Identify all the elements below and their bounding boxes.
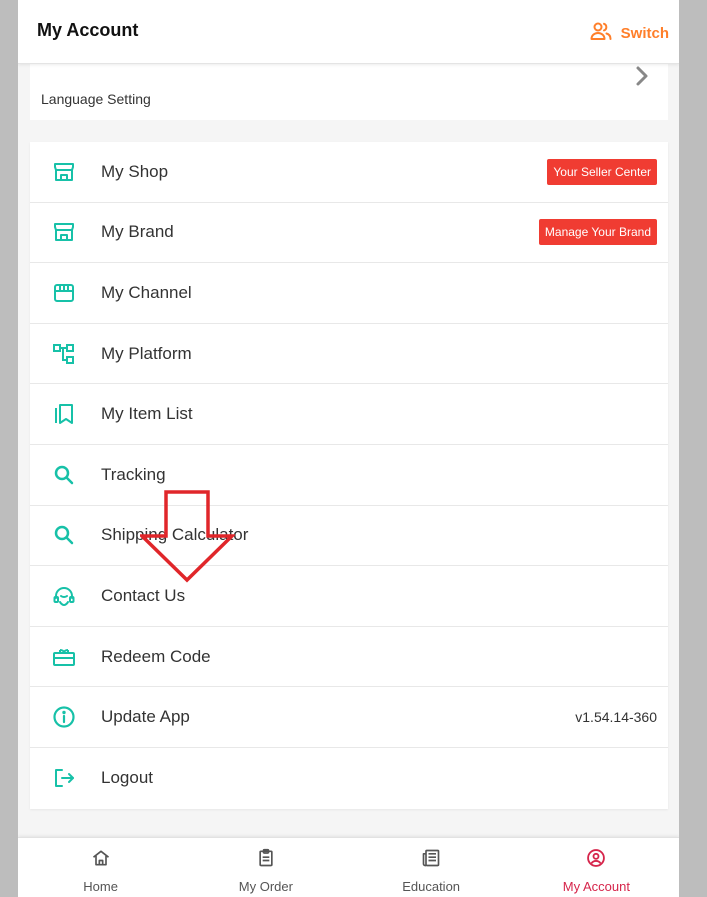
- home-icon: [91, 848, 111, 879]
- menu-item-label: Tracking: [101, 464, 166, 484]
- menu-item-label: Logout: [101, 768, 153, 788]
- menu-item-my-channel[interactable]: My Channel: [30, 263, 668, 324]
- seller-center-badge[interactable]: Your Seller Center: [547, 158, 657, 185]
- menu-item-redeem-code[interactable]: Redeem Code: [30, 627, 668, 688]
- menu-item-label: My Brand: [101, 222, 174, 242]
- menu-item-update-app[interactable]: Update App v1.54.14-360: [30, 687, 668, 748]
- nav-label: My Order: [238, 879, 293, 894]
- menu-item-label: Update App: [101, 707, 190, 727]
- channel-icon: [52, 281, 76, 305]
- menu-item-shipping-calculator[interactable]: Shipping Calculator: [30, 506, 668, 567]
- chevron-right-icon: [630, 64, 654, 88]
- nav-label: Home: [83, 879, 118, 894]
- menu-item-logout[interactable]: Logout: [30, 748, 668, 809]
- gift-icon: [52, 645, 76, 669]
- nav-my-account[interactable]: My Account: [514, 838, 679, 897]
- brand-icon: [52, 220, 76, 244]
- headset-icon: [52, 584, 76, 608]
- search-icon: [52, 463, 76, 487]
- switch-button[interactable]: Switch: [589, 20, 669, 46]
- account-icon: [586, 848, 606, 879]
- language-setting-row[interactable]: Language Setting: [30, 64, 668, 120]
- menu-item-my-item-list[interactable]: My Item List: [30, 384, 668, 445]
- menu-item-tracking[interactable]: Tracking: [30, 445, 668, 506]
- switch-users-icon: [589, 19, 613, 47]
- nav-education[interactable]: Education: [349, 838, 514, 897]
- switch-label: Switch: [620, 24, 669, 42]
- account-menu: My Shop Your Seller Center My Brand Mana…: [30, 142, 668, 809]
- menu-item-label: Redeem Code: [101, 646, 211, 666]
- bottom-navigation: Home My Order Education My Account: [18, 837, 679, 897]
- platform-icon: [52, 342, 76, 366]
- menu-item-my-platform[interactable]: My Platform: [30, 324, 668, 385]
- page-title: My Account: [37, 20, 139, 40]
- header-bar: My Account Switch: [18, 0, 679, 64]
- app-screen: My Account Switch Language Setting My Sh…: [18, 0, 679, 897]
- menu-item-my-brand[interactable]: My Brand Manage Your Brand: [30, 203, 668, 264]
- nav-label: Education: [402, 879, 461, 894]
- newspaper-icon: [421, 848, 441, 879]
- nav-home[interactable]: Home: [18, 838, 183, 897]
- nav-my-order[interactable]: My Order: [183, 838, 348, 897]
- info-icon: [52, 705, 76, 729]
- search-icon: [52, 523, 76, 547]
- menu-item-my-shop[interactable]: My Shop Your Seller Center: [30, 142, 668, 203]
- menu-item-label: Shipping Calculator: [101, 525, 249, 545]
- menu-item-label: My Shop: [101, 161, 169, 181]
- logout-icon: [52, 766, 76, 790]
- menu-item-label: My Channel: [101, 282, 192, 302]
- shop-icon: [52, 160, 76, 184]
- nav-label: My Account: [562, 879, 630, 894]
- menu-item-label: My Platform: [101, 343, 192, 363]
- menu-item-label: My Item List: [101, 404, 193, 424]
- menu-item-contact-us[interactable]: Contact Us: [30, 566, 668, 627]
- item-list-icon: [52, 402, 76, 426]
- language-setting-label: Language Setting: [41, 91, 151, 107]
- menu-item-label: Contact Us: [101, 585, 186, 605]
- app-version: v1.54.14-360: [575, 709, 657, 726]
- manage-brand-badge[interactable]: Manage Your Brand: [538, 219, 657, 246]
- clipboard-icon: [256, 848, 276, 879]
